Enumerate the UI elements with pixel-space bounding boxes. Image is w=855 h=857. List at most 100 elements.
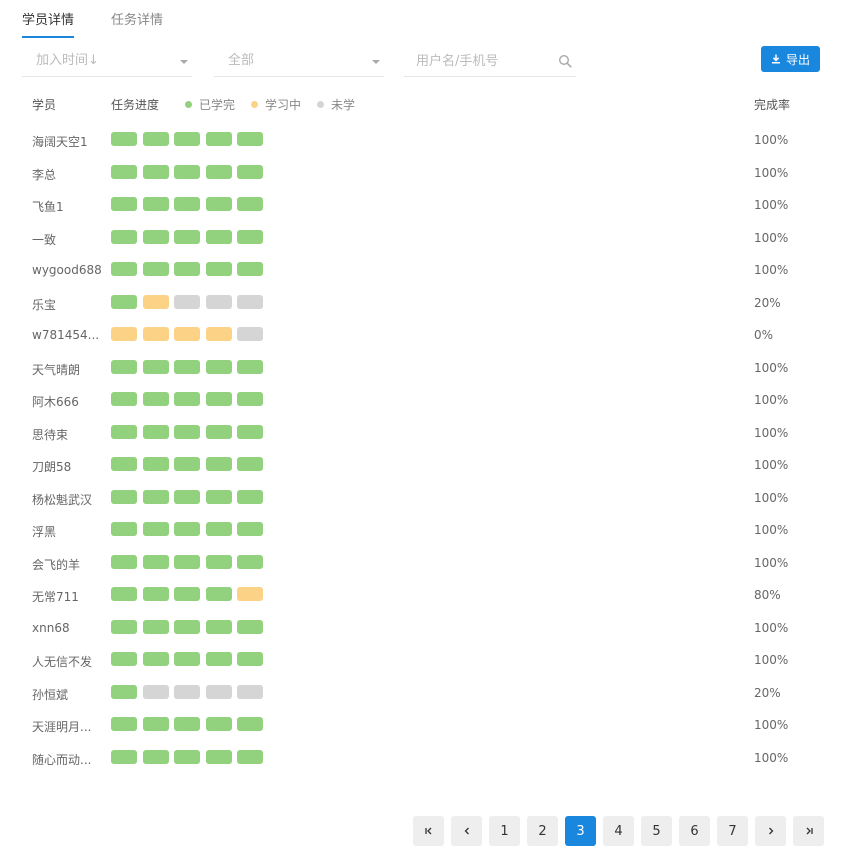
task-progress-block-done[interactable] — [237, 652, 263, 666]
task-progress-block-none[interactable] — [237, 327, 263, 341]
task-progress-block-done[interactable] — [237, 717, 263, 731]
task-progress-block-done[interactable] — [237, 457, 263, 471]
task-progress-block-done[interactable] — [111, 554, 137, 569]
task-progress-block-done[interactable] — [111, 359, 137, 374]
task-progress-block-done[interactable] — [237, 164, 263, 179]
task-progress-block-learning[interactable] — [205, 327, 232, 341]
task-progress-block-done[interactable] — [142, 652, 169, 666]
task-progress-block-done[interactable] — [142, 197, 169, 211]
task-progress-block-done[interactable] — [205, 522, 232, 536]
task-progress-block-done[interactable] — [111, 522, 137, 536]
task-progress-block-done[interactable] — [142, 489, 169, 504]
task-progress-block-done[interactable] — [237, 132, 263, 146]
task-progress-block-done[interactable] — [174, 587, 200, 601]
task-progress-block-done[interactable] — [142, 717, 169, 731]
task-progress-block-done[interactable] — [174, 197, 200, 211]
task-progress-block-learning[interactable] — [174, 327, 200, 341]
task-progress-block-done[interactable] — [205, 749, 232, 764]
task-progress-block-done[interactable] — [142, 392, 169, 406]
task-progress-block-done[interactable] — [205, 554, 232, 569]
task-progress-block-done[interactable] — [237, 749, 263, 764]
task-progress-block-done[interactable] — [174, 359, 200, 374]
task-progress-block-done[interactable] — [111, 749, 137, 764]
join-time-sort-select[interactable]: 加入时间↓ — [22, 47, 192, 77]
task-progress-block-done[interactable] — [174, 132, 200, 146]
task-progress-block-done[interactable] — [205, 392, 232, 406]
task-progress-block-done[interactable] — [111, 424, 137, 439]
task-progress-block-done[interactable] — [174, 262, 200, 276]
task-progress-block-done[interactable] — [237, 229, 263, 244]
task-progress-block-done[interactable] — [142, 522, 169, 536]
task-progress-block-done[interactable] — [237, 392, 263, 406]
page-button-1[interactable]: 1 — [489, 816, 520, 846]
task-progress-block-done[interactable] — [142, 132, 169, 146]
task-progress-block-done[interactable] — [174, 457, 200, 471]
search-icon[interactable] — [558, 54, 572, 68]
task-progress-block-done[interactable] — [174, 489, 200, 504]
task-progress-block-done[interactable] — [111, 294, 137, 309]
page-button-4[interactable]: 4 — [603, 816, 634, 846]
task-progress-block-done[interactable] — [111, 229, 137, 244]
task-progress-block-done[interactable] — [205, 424, 232, 439]
task-progress-block-done[interactable] — [205, 652, 232, 666]
task-progress-block-done[interactable] — [174, 749, 200, 764]
task-progress-block-done[interactable] — [237, 554, 263, 569]
task-progress-block-done[interactable] — [205, 197, 232, 211]
task-progress-block-done[interactable] — [111, 652, 137, 666]
task-progress-block-done[interactable] — [237, 619, 263, 634]
task-progress-block-done[interactable] — [205, 164, 232, 179]
task-progress-block-done[interactable] — [111, 164, 137, 179]
task-progress-block-done[interactable] — [111, 489, 137, 504]
task-progress-block-done[interactable] — [111, 587, 137, 601]
task-progress-block-done[interactable] — [111, 262, 137, 276]
task-progress-block-done[interactable] — [237, 359, 263, 374]
page-button-3[interactable]: 3 — [565, 816, 596, 846]
task-progress-block-done[interactable] — [205, 587, 232, 601]
task-progress-block-done[interactable] — [174, 554, 200, 569]
task-progress-block-none[interactable] — [174, 684, 200, 699]
task-progress-block-done[interactable] — [111, 684, 137, 699]
task-progress-block-none[interactable] — [237, 294, 263, 309]
task-progress-block-done[interactable] — [111, 457, 137, 471]
task-progress-block-done[interactable] — [237, 262, 263, 276]
task-progress-block-done[interactable] — [205, 262, 232, 276]
task-progress-block-done[interactable] — [174, 424, 200, 439]
page-button-7[interactable]: 7 — [717, 816, 748, 846]
task-progress-block-none[interactable] — [174, 294, 200, 309]
task-progress-block-done[interactable] — [174, 652, 200, 666]
task-progress-block-done[interactable] — [205, 359, 232, 374]
task-progress-block-done[interactable] — [174, 717, 200, 731]
task-progress-block-done[interactable] — [205, 717, 232, 731]
task-progress-block-done[interactable] — [111, 392, 137, 406]
task-progress-block-done[interactable] — [174, 392, 200, 406]
task-progress-block-done[interactable] — [111, 197, 137, 211]
task-progress-block-done[interactable] — [142, 457, 169, 471]
page-button-2[interactable]: 2 — [527, 816, 558, 846]
task-progress-block-done[interactable] — [142, 359, 169, 374]
page-button-5[interactable]: 5 — [641, 816, 672, 846]
task-progress-block-done[interactable] — [111, 717, 137, 731]
task-progress-block-done[interactable] — [142, 229, 169, 244]
task-progress-block-done[interactable] — [237, 197, 263, 211]
task-progress-block-learning[interactable] — [142, 327, 169, 341]
task-progress-block-done[interactable] — [111, 619, 137, 634]
task-progress-block-none[interactable] — [142, 684, 169, 699]
task-progress-block-done[interactable] — [142, 262, 169, 276]
task-progress-block-done[interactable] — [205, 132, 232, 146]
task-progress-block-none[interactable] — [237, 684, 263, 699]
task-progress-block-done[interactable] — [111, 132, 137, 146]
task-progress-block-done[interactable] — [237, 424, 263, 439]
task-progress-block-done[interactable] — [174, 522, 200, 536]
next-page-button[interactable] — [755, 816, 786, 846]
task-progress-block-done[interactable] — [205, 457, 232, 471]
task-progress-block-done[interactable] — [205, 489, 232, 504]
task-progress-block-done[interactable] — [237, 522, 263, 536]
task-progress-block-learning[interactable] — [111, 327, 137, 341]
tab-task-details[interactable]: 任务详情 — [111, 0, 163, 38]
task-progress-block-none[interactable] — [205, 684, 232, 699]
task-progress-block-learning[interactable] — [237, 587, 263, 601]
first-page-button[interactable] — [413, 816, 444, 846]
task-progress-block-done[interactable] — [174, 619, 200, 634]
page-button-6[interactable]: 6 — [679, 816, 710, 846]
search-input[interactable] — [416, 47, 556, 75]
